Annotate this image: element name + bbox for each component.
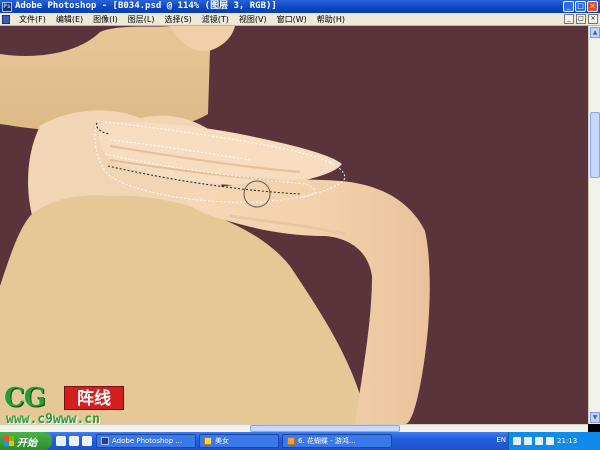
start-label: 开始 [17,437,37,449]
photoshop-icon[interactable]: Ps [2,1,12,12]
menu-image[interactable]: 图像(I) [88,13,123,26]
doc-minimize-button[interactable]: _ [564,14,574,24]
window-controls: _ □ × [563,1,598,12]
watermark-logo: CG 阵线 www.c9www.cn [0,383,140,429]
title-bar: Ps Adobe Photoshop - [B034.psd @ 114% (图… [0,0,600,13]
watermark-chinese-text: 阵线 [64,386,124,410]
quick-launch [56,436,92,446]
photoshop-icon [101,437,109,445]
media-player-icon [287,437,295,445]
scroll-up-arrow-icon[interactable]: ▲ [590,27,600,38]
menu-layer[interactable]: 图层(L) [123,13,160,26]
watermark-cg-text: CG [4,383,46,413]
media-player-icon[interactable] [69,436,79,446]
clock[interactable]: 21:13 [557,437,577,445]
document-canvas[interactable] [0,26,588,424]
system-tray: 21:13 [508,432,600,450]
taskbar-item-label: 美女 [215,437,229,445]
menu-window[interactable]: 窗口(W) [272,13,312,26]
network-icon[interactable] [513,437,521,445]
menu-file[interactable]: 文件(F) [14,13,51,26]
windows-logo-icon [4,436,14,446]
scroll-down-arrow-icon[interactable]: ▼ [590,412,600,423]
taskbar-item-photoshop[interactable]: Adobe Photoshop ... [96,434,196,448]
watermark-url: www.c9www.cn [6,412,100,427]
minimize-button[interactable]: _ [563,1,574,12]
taskbar: 开始 Adobe Photoshop ... 美女 6. 花蝴蝶 - 游鸿...… [0,432,600,450]
internet-explorer-icon[interactable] [56,436,66,446]
document-window-controls: _ □ × [564,14,598,24]
menu-help[interactable]: 帮助(H) [312,13,350,26]
menu-bar: 文件(F) 编辑(E) 图像(I) 图层(L) 选择(S) 滤镜(T) 视图(V… [0,13,600,26]
maximize-button[interactable]: □ [575,1,586,12]
window-title: Adobe Photoshop - [B034.psd @ 114% (图层 3… [15,1,277,11]
doc-close-button[interactable]: × [588,14,598,24]
artwork [0,26,430,424]
start-button[interactable]: 开始 [0,432,52,450]
antivirus-icon[interactable] [535,437,543,445]
doc-restore-button[interactable]: □ [576,14,586,24]
taskbar-item-media[interactable]: 6. 花蝴蝶 - 游鸿... [282,434,392,448]
taskbar-item-folder[interactable]: 美女 [199,434,279,448]
messenger-icon[interactable] [546,437,554,445]
document-icon[interactable] [2,14,10,24]
vertical-scrollbar[interactable]: ▲ ▼ [588,26,600,424]
vertical-scroll-thumb[interactable] [590,112,600,178]
menu-filter[interactable]: 滤镜(T) [197,13,234,26]
close-button[interactable]: × [587,1,598,12]
language-indicator[interactable]: EN [496,436,506,444]
menu-view[interactable]: 视图(V) [234,13,272,26]
taskbar-item-label: 6. 花蝴蝶 - 游鸿... [298,437,356,445]
menu-select[interactable]: 选择(S) [159,13,196,26]
menu-edit[interactable]: 编辑(E) [51,13,88,26]
horizontal-scroll-thumb[interactable] [250,425,400,432]
show-desktop-icon[interactable] [82,436,92,446]
taskbar-item-label: Adobe Photoshop ... [112,437,183,445]
volume-icon[interactable] [524,437,532,445]
folder-icon [204,437,212,445]
